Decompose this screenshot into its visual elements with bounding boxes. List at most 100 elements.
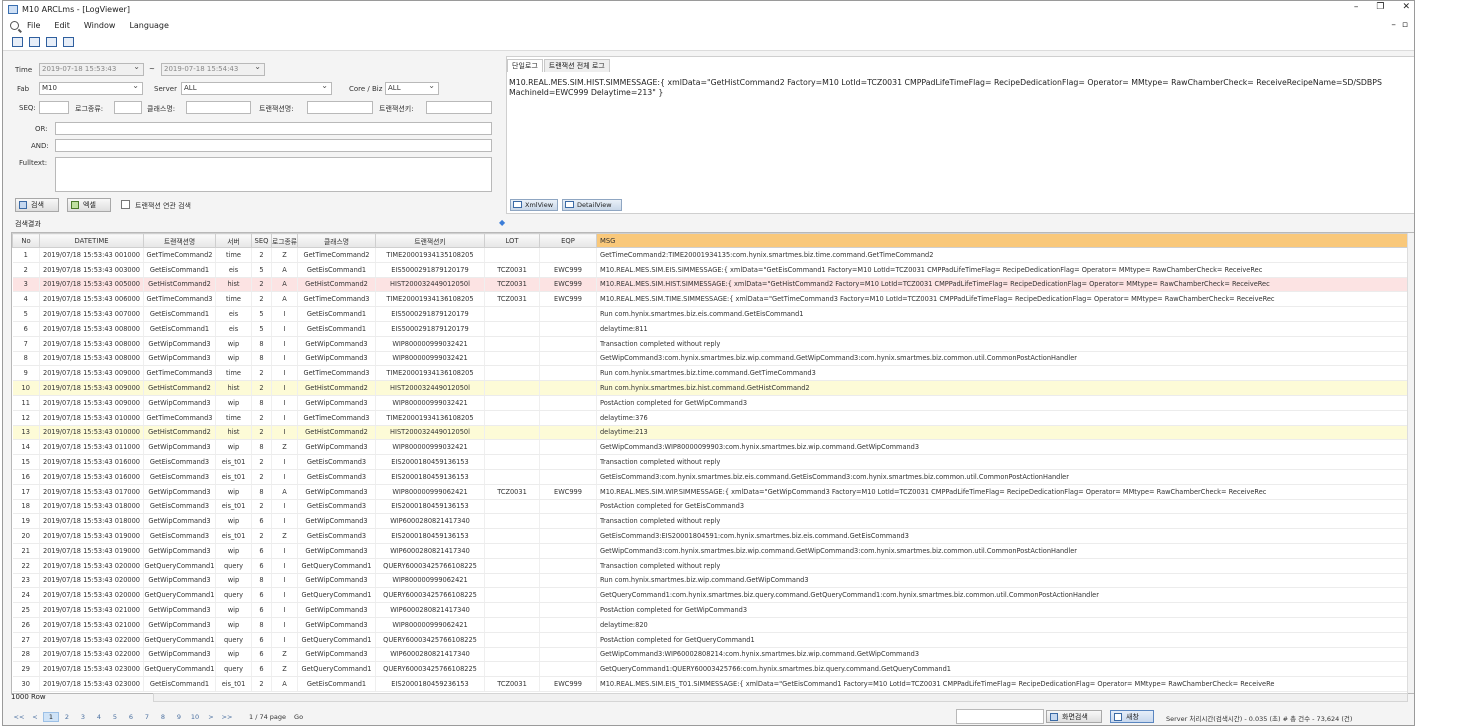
- table-row[interactable]: 27 2019/07/18 15:53:43 022000 GetQueryComm…: [12, 632, 1414, 648]
- table-row[interactable]: 25 2019/07/18 15:53:43 021000 GetWipComman…: [12, 602, 1414, 618]
- go-button[interactable]: Go: [294, 713, 303, 721]
- pager-page[interactable]: 3: [75, 713, 91, 721]
- or-field[interactable]: [55, 122, 492, 135]
- table-row[interactable]: 12 2019/07/18 15:53:43 010000 GetTimeComma…: [12, 410, 1414, 426]
- table-row[interactable]: 29 2019/07/18 15:53:43 023000 GetQueryComm…: [12, 661, 1414, 678]
- new-window-icon[interactable]: [12, 37, 23, 47]
- search-button[interactable]: 검색: [15, 198, 59, 212]
- close-button[interactable]: ✕: [1402, 2, 1410, 12]
- splitter-handle[interactable]: ◆: [499, 218, 505, 227]
- mdi-restore-button[interactable]: ▫: [1402, 20, 1408, 30]
- table-row[interactable]: 7 2019/07/18 15:53:43 008000 GetWipCommand…: [12, 336, 1414, 352]
- class-name-field[interactable]: [186, 101, 251, 114]
- search-icon[interactable]: [10, 21, 19, 30]
- table-row[interactable]: 24 2019/07/18 15:53:43 020000 GetQueryComm…: [12, 587, 1414, 604]
- server-select[interactable]: ALL: [181, 82, 332, 95]
- pager-page[interactable]: 10: [187, 713, 203, 721]
- time-from-field[interactable]: 2019-07-18 15:53:43: [39, 63, 144, 76]
- seq-field[interactable]: [39, 101, 69, 114]
- column-header-server[interactable]: 서버: [215, 233, 252, 248]
- menu-edit[interactable]: Edit: [54, 21, 70, 30]
- time-to-field[interactable]: 2019-07-18 15:54:43: [161, 63, 265, 76]
- cell-server: query: [215, 558, 252, 574]
- table-row[interactable]: 3 2019/07/18 15:53:43 005000 GetHistComman…: [12, 277, 1414, 293]
- pager-page[interactable]: 7: [139, 713, 155, 721]
- table-row[interactable]: 1 2019/07/18 15:53:43 001000 GetTimeComman…: [12, 247, 1414, 263]
- table-row[interactable]: 6 2019/07/18 15:53:43 008000 GetEisCommand…: [12, 321, 1414, 337]
- detail-view-button[interactable]: DetailView: [562, 199, 622, 211]
- pager-last[interactable]: >>: [219, 713, 235, 721]
- table-row[interactable]: 4 2019/07/18 15:53:43 006000 GetTimeComman…: [12, 291, 1414, 308]
- tab-single-log[interactable]: 단일로그: [507, 59, 543, 72]
- horizontal-scrollbar[interactable]: [153, 693, 1408, 702]
- menu-file[interactable]: File: [27, 21, 40, 30]
- minimize-button[interactable]: –: [1354, 2, 1359, 12]
- pager-page[interactable]: 6: [123, 713, 139, 721]
- tx-related-checkbox[interactable]: [121, 200, 130, 209]
- table-row[interactable]: 13 2019/07/18 15:53:43 010000 GetHistComma…: [12, 425, 1414, 441]
- column-header-tx-name[interactable]: 트랜잭션명: [143, 233, 216, 248]
- screen-search-button[interactable]: 화면검색: [1046, 710, 1102, 723]
- cell-msg: PostAction completed for GetQueryCommand…: [596, 632, 1414, 648]
- table-row[interactable]: 22 2019/07/18 15:53:43 020000 GetQueryComm…: [12, 558, 1414, 574]
- pager-prev[interactable]: <: [27, 713, 43, 721]
- table-row[interactable]: 18 2019/07/18 15:53:43 018000 GetEisComman…: [12, 499, 1414, 515]
- pager-page[interactable]: 8: [155, 713, 171, 721]
- table-row[interactable]: 10 2019/07/18 15:53:43 009000 GetHistComma…: [12, 380, 1414, 396]
- and-field[interactable]: [55, 139, 492, 152]
- pager-page[interactable]: 4: [91, 713, 107, 721]
- tile-vertical-icon[interactable]: [46, 37, 57, 47]
- table-row[interactable]: 21 2019/07/18 15:53:43 019000 GetWipComman…: [12, 543, 1414, 559]
- table-row[interactable]: 15 2019/07/18 15:53:43 016000 GetEisComman…: [12, 454, 1414, 470]
- menu-language[interactable]: Language: [129, 21, 168, 30]
- column-header-lot[interactable]: LOT: [484, 233, 540, 248]
- table-row[interactable]: 8 2019/07/18 15:53:43 008000 GetWipCommand…: [12, 351, 1414, 367]
- cell-msg: M10.REAL.MES.SIM.TIME.SIMMESSAGE:{ xmlDa…: [596, 291, 1414, 308]
- pager-page[interactable]: 2: [59, 713, 75, 721]
- pager-page[interactable]: 9: [171, 713, 187, 721]
- column-header-datetime[interactable]: DATETIME: [39, 233, 144, 248]
- table-row[interactable]: 17 2019/07/18 15:53:43 017000 GetWipComman…: [12, 484, 1414, 500]
- fab-select[interactable]: M10: [39, 82, 143, 95]
- table-row[interactable]: 14 2019/07/18 15:53:43 011000 GetWipComman…: [12, 439, 1414, 456]
- excel-button[interactable]: 엑셀: [67, 198, 111, 212]
- column-header-eqp[interactable]: EQP: [539, 233, 597, 248]
- pager-page[interactable]: 1: [43, 712, 59, 722]
- pager-next[interactable]: >: [203, 713, 219, 721]
- new-window-button[interactable]: 새창: [1110, 710, 1154, 723]
- column-header-tx-key[interactable]: 트랜잭션키: [375, 233, 485, 248]
- mdi-minimize-button[interactable]: –: [1391, 20, 1396, 30]
- table-row[interactable]: 28 2019/07/18 15:53:43 022000 GetWipComman…: [12, 647, 1414, 663]
- fulltext-field[interactable]: [55, 157, 492, 192]
- menu-window[interactable]: Window: [84, 21, 116, 30]
- table-row[interactable]: 23 2019/07/18 15:53:43 020000 GetWipComman…: [12, 573, 1414, 589]
- pager-first[interactable]: <<: [11, 713, 27, 721]
- table-row[interactable]: 16 2019/07/18 15:53:43 016000 GetEisComman…: [12, 469, 1414, 485]
- column-header-log-type[interactable]: 로그종류: [271, 233, 298, 248]
- core-biz-select[interactable]: ALL: [385, 82, 439, 95]
- column-header-no[interactable]: No: [12, 233, 40, 248]
- pager-page[interactable]: 5: [107, 713, 123, 721]
- table-row[interactable]: 26 2019/07/18 15:53:43 021000 GetWipComman…: [12, 617, 1414, 633]
- table-row[interactable]: 11 2019/07/18 15:53:43 009000 GetWipComman…: [12, 395, 1414, 411]
- copy-window-icon[interactable]: [29, 37, 40, 47]
- table-row[interactable]: 2 2019/07/18 15:53:43 003000 GetEisCommand…: [12, 262, 1414, 278]
- tx-name-field[interactable]: [307, 101, 373, 114]
- xml-view-button[interactable]: XmlView: [510, 199, 558, 211]
- column-header-seq[interactable]: SEQ: [251, 233, 272, 248]
- cell-tx-key: WIP6000280821417340: [375, 513, 485, 530]
- column-header-class[interactable]: 클래스명: [297, 233, 376, 248]
- column-header-msg[interactable]: MSG: [596, 233, 1414, 248]
- table-row[interactable]: 9 2019/07/18 15:53:43 009000 GetTimeComman…: [12, 365, 1414, 382]
- table-row[interactable]: 19 2019/07/18 15:53:43 018000 GetWipComman…: [12, 513, 1414, 530]
- table-row[interactable]: 5 2019/07/18 15:53:43 007000 GetEisCommand…: [12, 306, 1414, 322]
- log-type-field[interactable]: [114, 101, 142, 114]
- table-row[interactable]: 30 2019/07/18 15:53:43 023000 GetEisComman…: [12, 676, 1414, 692]
- restore-button[interactable]: ❐: [1376, 2, 1384, 12]
- tx-key-field[interactable]: [426, 101, 492, 114]
- vertical-scrollbar[interactable]: [1407, 233, 1414, 693]
- tile-horizontal-icon[interactable]: [63, 37, 74, 47]
- tab-transaction-log[interactable]: 트랜잭션 전체 로그: [543, 59, 610, 72]
- screen-search-field[interactable]: [956, 709, 1044, 724]
- table-row[interactable]: 20 2019/07/18 15:53:43 019000 GetEisComman…: [12, 528, 1414, 544]
